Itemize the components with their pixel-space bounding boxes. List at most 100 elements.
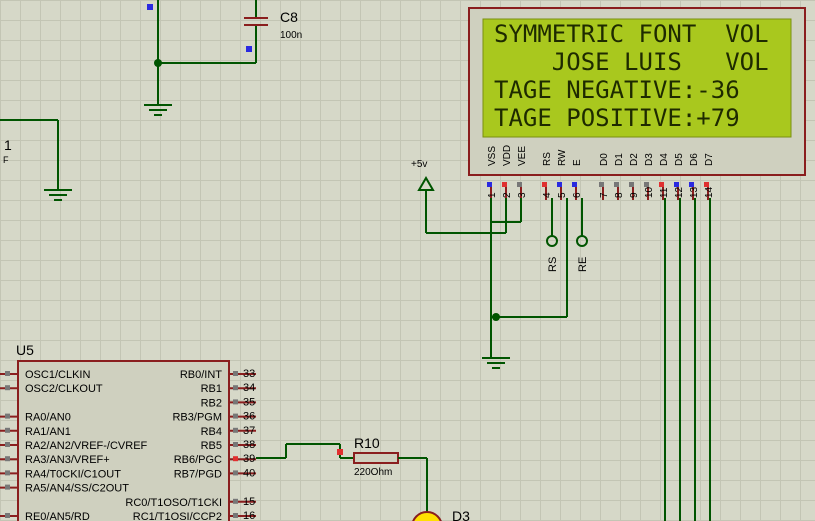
u5-ref: U5 <box>16 342 34 358</box>
lcd-pin-number: 7 <box>599 192 610 198</box>
left-text: F <box>3 155 9 165</box>
u5-right-pin-number: 34 <box>243 382 255 394</box>
u5-right-pin-number: 40 <box>243 467 255 479</box>
terminal-re[interactable]: RE <box>576 198 589 272</box>
u5-right-pin-label: RB5 <box>201 440 222 452</box>
u5-right-pin-label: RB1 <box>201 383 222 395</box>
lcd-pin-number: 4 <box>542 192 553 198</box>
u5-right-pin-marker[interactable] <box>233 385 238 391</box>
u5-right-pin-marker[interactable] <box>233 399 238 405</box>
u5-right-pin-number: 35 <box>243 396 255 408</box>
led-d3[interactable]: D3 <box>412 508 470 521</box>
lcd-pin-marker[interactable] <box>599 182 604 187</box>
lcd-line-2: JOSE LUIS VOL <box>494 48 769 76</box>
d3-ref: D3 <box>452 508 470 521</box>
lcd-pin-marker[interactable] <box>517 182 522 187</box>
u5-left-pin-label: RA3/AN3/VREF+ <box>25 454 110 466</box>
u5-right-pin-number: 37 <box>243 425 255 437</box>
rb6-net <box>256 443 354 459</box>
c8-value: 100n <box>280 30 302 41</box>
lcd-pin-number: 1 <box>487 192 498 198</box>
u5-right-pin-marker[interactable] <box>233 413 238 419</box>
terminal-re-label: RE <box>577 257 589 272</box>
capacitor-c8[interactable]: C8 100n <box>147 0 302 105</box>
u5-left-pin-marker[interactable] <box>5 484 10 490</box>
lcd-pin-marker[interactable] <box>542 182 547 187</box>
u5-right-pin-label: RB0/INT <box>180 369 222 381</box>
lcd-pin-name: D7 <box>704 153 715 166</box>
u5-right-pin-marker[interactable] <box>233 470 238 476</box>
lcd-pin-number: 3 <box>517 192 528 198</box>
u5-right-pin-marker[interactable] <box>233 498 238 504</box>
r10-ref: R10 <box>354 435 380 451</box>
u5-right-pin-label: RC1/T1OSI/CCP2 <box>133 511 222 521</box>
lcd-pin-marker[interactable] <box>674 182 679 187</box>
lcd-line-4: TAGE POSITIVE:+79 <box>494 104 740 132</box>
lcd-pin-name: D6 <box>689 153 700 166</box>
lcd-pin-name: D4 <box>659 153 670 166</box>
u5-right-pin-label: RB4 <box>201 426 222 438</box>
u5-right-pin-label: RB7/PGD <box>174 468 222 480</box>
lcd-line-3: TAGE NEGATIVE:-36 <box>494 76 740 104</box>
lcd-pin-marker[interactable] <box>572 182 577 187</box>
u5-right-pin-label: RC0/T1OSO/T1CKI <box>125 497 222 509</box>
u5-right-pin-number: 33 <box>243 368 255 380</box>
u5-right-pin-number: 36 <box>243 411 255 423</box>
lcd-pin-marker[interactable] <box>502 182 507 187</box>
lcd-module[interactable]: SYMMETRIC FONT VOL JOSE LUIS VOL TAGE NE… <box>468 7 806 200</box>
u5-left-pin-marker[interactable] <box>5 371 10 376</box>
u5-right-pin-number: 15 <box>243 496 255 508</box>
u5-right-pin-marker[interactable] <box>233 456 238 462</box>
lcd-line-1: SYMMETRIC FONT VOL <box>494 20 769 48</box>
lcd-pin-marker[interactable] <box>487 182 492 187</box>
lcd-pin-name: D0 <box>599 153 610 166</box>
u5-left-pin-label: RA4/T0CKI/C1OUT <box>25 468 121 480</box>
microcontroller-u5[interactable]: U5 OSC1/CLKIN OSC2/CLKOUT RA0/AN0 RA1/AN1 RA… <box>0 342 256 521</box>
u5-left-pin-label: OSC2/CLKOUT <box>25 383 103 395</box>
lcd-pin-marker[interactable] <box>704 182 709 187</box>
u5-right-pin-marker[interactable] <box>233 371 238 376</box>
u5-left-pin-marker[interactable] <box>5 385 10 391</box>
lcd-pin-marker[interactable] <box>557 182 562 187</box>
terminal-rs-label: RS <box>547 257 559 272</box>
r10-value: 220Ohm <box>354 467 392 478</box>
lcd-pin-name: VDD <box>502 145 513 166</box>
lcd-pin-name: VEE <box>517 146 528 166</box>
lcd-pin-name: RW <box>557 149 568 166</box>
lcd-pin-marker[interactable] <box>659 182 664 187</box>
schematic-canvas[interactable]: C8 100n 1 F SYMMETRIC FONT VOL JOSE LUIS… <box>0 0 815 521</box>
power-label: +5v <box>411 159 427 170</box>
u5-left-pin-label: RE0/AN5/RD <box>25 511 90 521</box>
u5-right-pin-marker[interactable] <box>233 442 238 447</box>
u5-left-pin-marker[interactable] <box>5 427 10 433</box>
u5-left-pin-marker[interactable] <box>5 413 10 419</box>
u5-right-pin-marker[interactable] <box>233 427 238 433</box>
lcd-pin-number: 10 <box>644 186 655 198</box>
lcd-pin-number: 11 <box>659 187 670 198</box>
lcd-pin-marker[interactable] <box>629 182 634 187</box>
lcd-pin-marker[interactable] <box>689 182 694 187</box>
lcd-pin-name: D3 <box>644 153 655 166</box>
lcd-pin-marker[interactable] <box>644 182 649 187</box>
lcd-pin-name: E <box>572 159 583 166</box>
u5-right-pin-label: RB6/PGC <box>174 454 222 466</box>
resistor-r10[interactable]: R10 220Ohm <box>353 435 428 512</box>
lcd-pin-number: 12 <box>674 186 685 198</box>
ground-symbol-c8 <box>144 104 172 116</box>
lcd-pin-name: D2 <box>629 153 640 166</box>
lcd-pin-number: 5 <box>557 192 568 198</box>
u5-left-pin-label: RA1/AN1 <box>25 426 71 438</box>
lcd-pin-number: 8 <box>614 192 625 198</box>
lcd-ground-wiring <box>482 198 568 369</box>
lcd-pin-marker[interactable] <box>614 182 619 187</box>
u5-left-pin-marker[interactable] <box>5 470 10 476</box>
u5-left-pin-marker[interactable] <box>5 442 10 447</box>
u5-right-pin-marker[interactable] <box>233 513 238 518</box>
terminal-rs[interactable]: RS <box>546 198 559 272</box>
data-bus-wires <box>664 198 711 521</box>
left-partial-component: 1 F <box>0 119 72 201</box>
u5-right-pin-label: RB3/PGM <box>172 412 222 424</box>
u5-left-pin-marker[interactable] <box>5 513 10 518</box>
lcd-pin-name: VSS <box>487 146 498 166</box>
u5-left-pin-marker[interactable] <box>5 456 10 462</box>
